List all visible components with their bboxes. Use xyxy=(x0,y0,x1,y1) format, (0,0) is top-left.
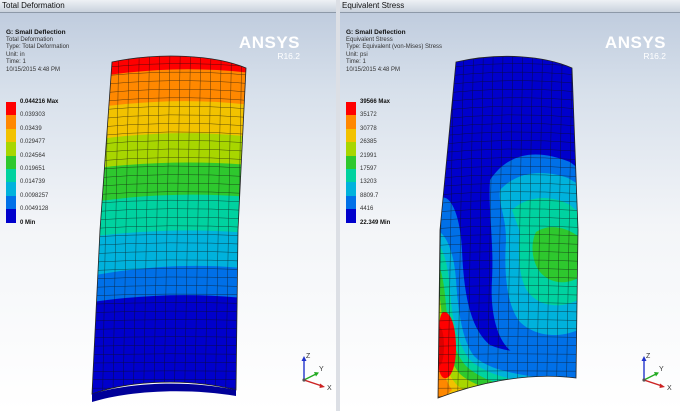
legend-swatch: 17597 xyxy=(346,166,377,183)
result-unit: Unit: in xyxy=(6,51,25,58)
total-deformation-viewport[interactable]: Total Deformation G: Small Deflection To… xyxy=(0,0,336,411)
axis-triad-icon[interactable]: Z Y X xyxy=(628,350,676,396)
legend-swatch: 0.0098257 xyxy=(6,193,48,210)
legend-label: 21991 xyxy=(360,152,377,159)
color-legend[interactable]: 39566 Max 35172 30778 26385 21991 17597 13203 8… xyxy=(346,99,390,227)
result-type: Type: Equivalent (von-Mises) Stress xyxy=(346,44,443,50)
legend-label: 4416 xyxy=(360,206,374,213)
legend-label: 0.014739 xyxy=(20,179,46,186)
ansys-results-window: Total Deformation G: Small Deflection To… xyxy=(0,0,680,411)
result-time: Time: 1 xyxy=(6,59,26,65)
legend-label: 35172 xyxy=(360,112,377,119)
legend-swatch: 35172 xyxy=(346,112,377,129)
legend-label: 39566 Max xyxy=(360,99,391,105)
z-axis-label: Z xyxy=(306,353,311,360)
legend-swatch: 30778 xyxy=(346,126,377,143)
legend-label: 26385 xyxy=(360,139,377,146)
legend-label: 0.039303 xyxy=(20,112,46,119)
legend-swatch: 26385 xyxy=(346,139,377,156)
legend-swatch: 0.039303 xyxy=(6,112,45,129)
legend-swatch: 4416 xyxy=(346,206,373,223)
result-name: Equivalent Stress xyxy=(346,36,393,43)
legend-label: 0.024564 xyxy=(20,152,46,159)
legend-swatch: 13203 xyxy=(346,179,377,196)
result-info-block: G: Small Deflection Equivalent Stress Ty… xyxy=(346,29,442,74)
result-date: 10/15/2015 4:48 PM xyxy=(346,66,401,73)
analysis-name: G: Small Deflection xyxy=(346,29,406,36)
color-legend[interactable]: 0.044216 Max 0.039303 0.03439 0.029477 0.024… xyxy=(6,99,58,227)
legend-label: 0.019651 xyxy=(20,165,46,172)
legend-label: 0.0049128 xyxy=(20,206,49,213)
result-info-block: G: Small Deflection Total Deformation Ty… xyxy=(6,29,69,74)
x-axis-label: X xyxy=(667,385,672,392)
legend-swatch: 0.019651 xyxy=(6,166,45,183)
legend-swatch: 0.0049128 xyxy=(6,206,48,223)
y-axis-label: Y xyxy=(659,366,664,373)
result-name: Total Deformation xyxy=(6,36,54,43)
z-axis-label: Z xyxy=(646,353,651,360)
equivalent-stress-viewport[interactable]: Equivalent Stress G: Small Deflection Eq… xyxy=(340,0,680,411)
legend-swatch: 39566 Max xyxy=(346,99,390,116)
legend-label: 30778 xyxy=(360,125,377,132)
tab-title[interactable]: Total Deformation xyxy=(0,0,336,13)
legend-label: 13203 xyxy=(360,179,377,186)
result-time: Time: 1 xyxy=(346,59,366,65)
result-unit: Unit: psi xyxy=(346,51,368,58)
result-type: Type: Total Deformation xyxy=(6,44,70,50)
legend-swatch: 0.044216 Max xyxy=(6,99,58,116)
legend-label: 8809.7 xyxy=(360,192,379,199)
legend-label: 0.044216 Max xyxy=(20,99,59,105)
ansys-logo: ANSYS R16.2 xyxy=(239,34,300,61)
legend-swatch: 0.014739 xyxy=(6,179,45,196)
legend-label: 17597 xyxy=(360,165,377,172)
legend-label-min: 22.349 Min xyxy=(360,219,391,226)
y-axis-label: Y xyxy=(319,366,324,373)
result-date: 10/15/2015 4:48 PM xyxy=(6,66,61,73)
brand-name: ANSYS xyxy=(238,33,300,52)
brand-version: R16.2 xyxy=(277,51,300,61)
ansys-logo: ANSYS R16.2 xyxy=(605,34,666,61)
x-axis-label: X xyxy=(327,385,332,392)
axis-triad-icon[interactable]: Z Y X xyxy=(288,350,336,396)
legend-label-min: 0 Min xyxy=(20,219,36,226)
legend-label: 0.0098257 xyxy=(20,192,49,199)
legend-label: 0.03439 xyxy=(20,125,42,132)
legend-swatch: 21991 xyxy=(346,153,377,169)
legend-label: 0.029477 xyxy=(20,139,46,146)
analysis-name: G: Small Deflection xyxy=(6,29,66,36)
brand-name: ANSYS xyxy=(604,33,666,52)
tab-title[interactable]: Equivalent Stress xyxy=(340,0,680,13)
legend-swatch: 0.029477 xyxy=(6,139,45,156)
legend-swatch: 0.024564 xyxy=(6,153,45,169)
legend-swatch: 8809.7 xyxy=(346,193,378,210)
brand-version: R16.2 xyxy=(643,51,666,61)
legend-swatch: 0.03439 xyxy=(6,126,42,143)
